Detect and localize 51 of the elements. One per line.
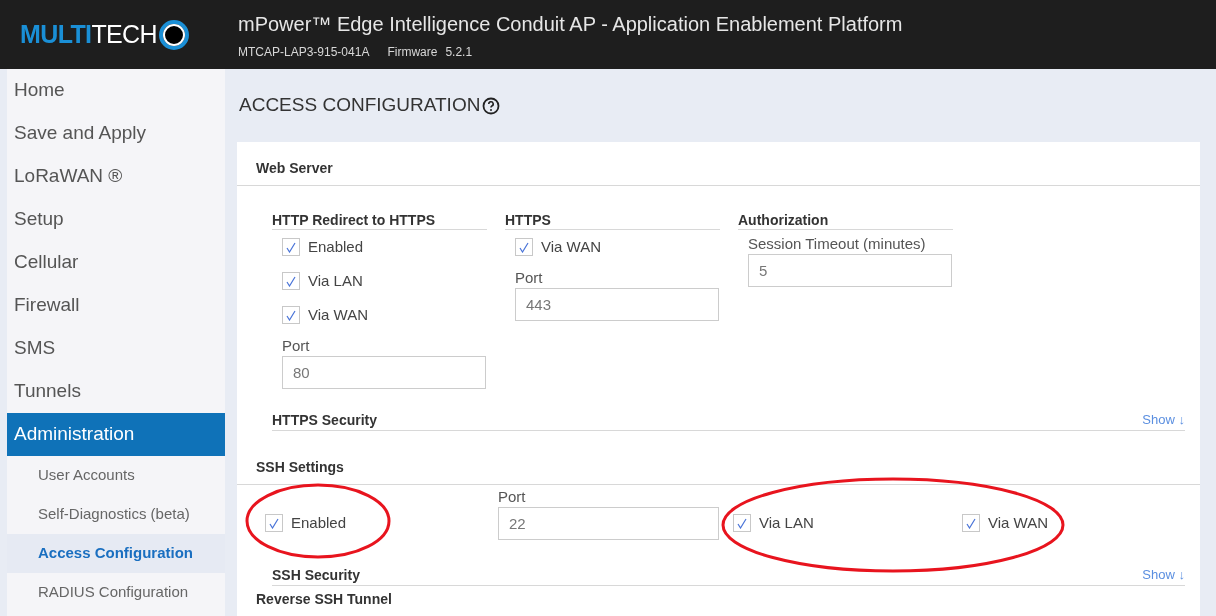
checkbox[interactable]: Via LAN bbox=[733, 510, 814, 536]
sidebar-item[interactable]: LoRaWAN ® bbox=[7, 155, 225, 198]
group-title: HTTP Redirect to HTTPS bbox=[272, 211, 436, 229]
check-icon bbox=[737, 517, 747, 529]
sidebar-item[interactable]: Setup bbox=[7, 198, 225, 241]
checkbox[interactable]: Via WAN bbox=[962, 510, 1048, 536]
group-title: HTTPS bbox=[505, 211, 551, 229]
section-title: Web Server bbox=[256, 159, 333, 178]
input-field[interactable]: 443 bbox=[515, 288, 719, 321]
sidebar-subitem[interactable]: RADIUS Configuration bbox=[7, 573, 225, 612]
subsection-title: HTTPS Security bbox=[272, 411, 378, 430]
field-label: Port bbox=[282, 336, 311, 356]
check-icon bbox=[966, 517, 976, 529]
input-field[interactable]: 5 bbox=[748, 254, 952, 287]
section-title: SSH Settings bbox=[256, 458, 344, 477]
check-icon bbox=[286, 275, 296, 287]
sidebar-item[interactable]: Administration bbox=[7, 413, 225, 456]
checkbox[interactable]: Enabled bbox=[282, 234, 487, 260]
input-field[interactable]: 22 bbox=[498, 507, 719, 540]
sidebar-subitem[interactable]: Access Configuration bbox=[7, 534, 225, 573]
sidebar-item[interactable]: SMS bbox=[7, 327, 225, 370]
sidebar-item[interactable]: Home bbox=[7, 69, 225, 112]
subsection-title: SSH Security bbox=[272, 566, 360, 585]
logo-icon bbox=[158, 19, 189, 50]
model-number: MTCAP-LAP3-915-041A bbox=[238, 43, 370, 61]
sidebar-item[interactable]: Cellular bbox=[7, 241, 225, 284]
logo: MULTITECH bbox=[20, 18, 157, 50]
check-icon bbox=[286, 309, 296, 321]
header-title: mPower™ Edge Intelligence Conduit AP - Application Enablement Platform bbox=[238, 11, 903, 37]
field-label: Port bbox=[498, 487, 527, 507]
check-icon bbox=[269, 517, 279, 529]
sidebar-subitem[interactable]: Self-Diagnostics (beta) bbox=[7, 495, 225, 534]
sidebar-item[interactable]: Firewall bbox=[7, 284, 225, 327]
section-title: Reverse SSH Tunnel bbox=[256, 590, 392, 609]
field-label: Port bbox=[515, 268, 544, 288]
checkbox[interactable]: Via WAN bbox=[515, 234, 720, 260]
sidebar-item[interactable]: Tunnels bbox=[7, 370, 225, 413]
sidebar-item[interactable]: Save and Apply bbox=[7, 112, 225, 155]
help-icon[interactable] bbox=[482, 96, 501, 115]
checkbox[interactable]: Via WAN bbox=[282, 302, 487, 328]
firmware-label: Firmware bbox=[387, 43, 438, 61]
checkbox[interactable]: Enabled bbox=[265, 510, 347, 536]
checkbox[interactable]: Via LAN bbox=[282, 268, 487, 294]
check-icon bbox=[519, 241, 529, 253]
sidebar-subitem[interactable]: User Accounts bbox=[7, 456, 225, 495]
input-field[interactable]: 80 bbox=[282, 356, 486, 389]
field-label: Session Timeout (minutes) bbox=[748, 234, 927, 254]
check-icon bbox=[286, 241, 296, 253]
firmware-version: 5.2.1 bbox=[445, 43, 473, 61]
page-title: ACCESS CONFIGURATION bbox=[239, 93, 481, 118]
group-title: Authorization bbox=[738, 211, 829, 229]
